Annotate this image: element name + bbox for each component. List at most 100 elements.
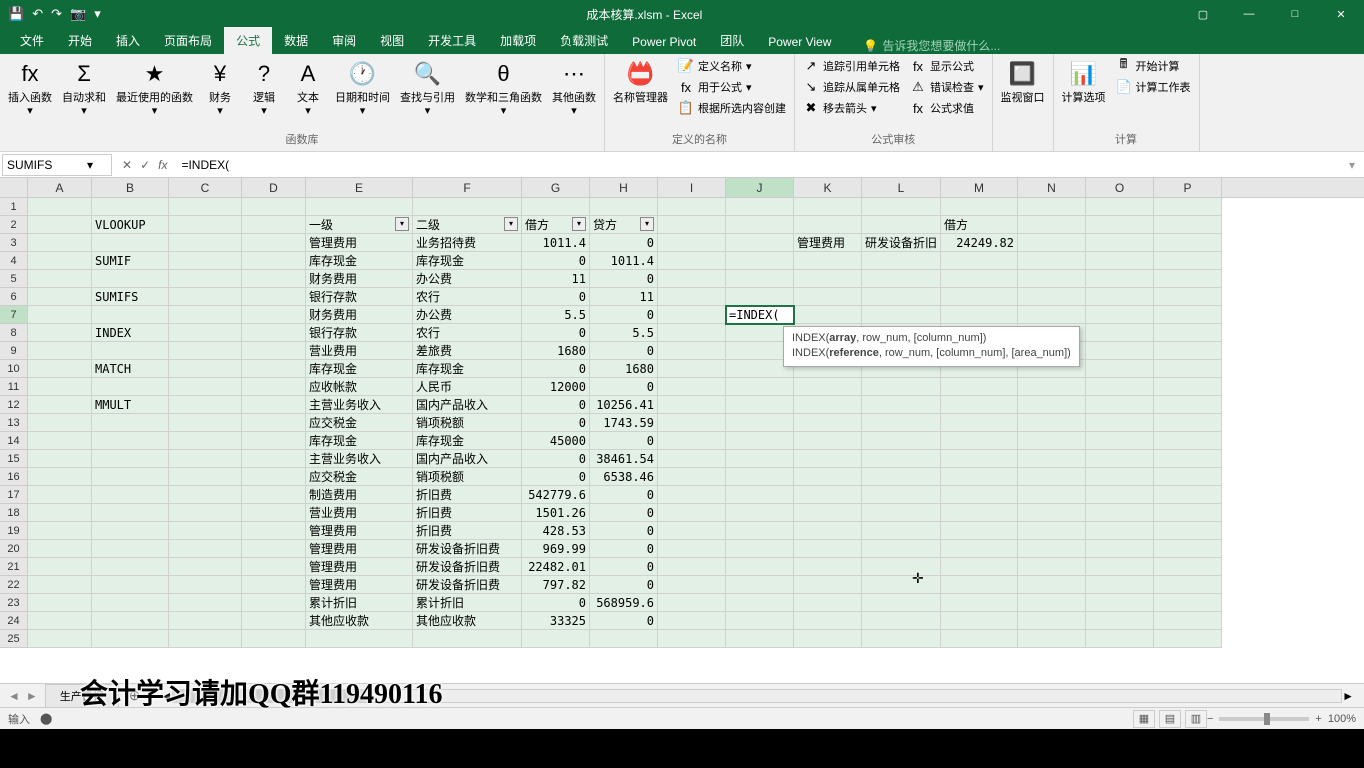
cell[interactable] [794, 594, 862, 612]
cell[interactable] [1154, 234, 1222, 252]
cell[interactable] [794, 612, 862, 630]
cell[interactable]: MMULT [92, 396, 169, 414]
row-header[interactable]: 14 [0, 432, 28, 450]
cell[interactable]: 1680 [590, 360, 658, 378]
col-header[interactable]: K [794, 178, 862, 197]
cell[interactable] [92, 342, 169, 360]
name-manager-button[interactable]: 📛 名称管理器 [609, 56, 672, 107]
cell[interactable] [92, 576, 169, 594]
fx-icon[interactable]: fx [158, 158, 167, 172]
cell[interactable]: 研发设备折旧费 [413, 540, 522, 558]
cell[interactable] [794, 540, 862, 558]
tab-home[interactable]: 开始 [56, 27, 104, 54]
col-header[interactable]: F [413, 178, 522, 197]
cell[interactable] [92, 630, 169, 648]
cell[interactable] [1154, 270, 1222, 288]
cell[interactable] [92, 234, 169, 252]
row-header[interactable]: 10 [0, 360, 28, 378]
cell[interactable] [1154, 468, 1222, 486]
cell[interactable]: 银行存款 [306, 324, 413, 342]
cell[interactable] [1154, 198, 1222, 216]
cell[interactable]: 22482.01 [522, 558, 590, 576]
cell[interactable] [1086, 486, 1154, 504]
cell[interactable]: 568959.6 [590, 594, 658, 612]
cell[interactable] [92, 522, 169, 540]
cell[interactable] [862, 270, 941, 288]
cell[interactable]: 二级▾ [413, 216, 522, 234]
cell[interactable]: 0 [590, 306, 658, 324]
col-header[interactable]: B [92, 178, 169, 197]
cell[interactable]: 折旧费 [413, 486, 522, 504]
cell[interactable] [658, 540, 726, 558]
cell[interactable] [1154, 486, 1222, 504]
cell[interactable] [242, 486, 306, 504]
cell[interactable]: 借方 [941, 216, 1018, 234]
cell[interactable]: 办公费 [413, 306, 522, 324]
cell[interactable] [1154, 558, 1222, 576]
cell[interactable] [658, 306, 726, 324]
row-header[interactable]: 15 [0, 450, 28, 468]
cell[interactable] [242, 234, 306, 252]
formula-input[interactable]: =INDEX( [175, 158, 1340, 172]
cell[interactable] [242, 432, 306, 450]
name-box[interactable]: ▾ [2, 154, 112, 176]
cell[interactable] [726, 270, 794, 288]
cell[interactable] [862, 306, 941, 324]
cell[interactable] [658, 270, 726, 288]
cell[interactable] [1086, 450, 1154, 468]
cell[interactable] [794, 468, 862, 486]
evaluate-formula-button[interactable]: fx公式求值 [906, 98, 988, 118]
cell[interactable] [941, 612, 1018, 630]
row-header[interactable]: 6 [0, 288, 28, 306]
cell[interactable] [1086, 324, 1154, 342]
cell[interactable] [169, 342, 242, 360]
cell[interactable] [794, 558, 862, 576]
cell[interactable] [28, 342, 92, 360]
filter-dropdown-icon[interactable]: ▾ [504, 217, 518, 231]
cell[interactable] [242, 324, 306, 342]
macro-record-icon[interactable]: ⬤ [40, 712, 52, 725]
cell[interactable] [1086, 288, 1154, 306]
cell[interactable] [862, 378, 941, 396]
row-header[interactable]: 9 [0, 342, 28, 360]
cell[interactable]: 国内产品收入 [413, 450, 522, 468]
cell[interactable] [242, 216, 306, 234]
cell[interactable] [1018, 396, 1086, 414]
trace-dependents-button[interactable]: ↘追踪从属单元格 [799, 77, 904, 97]
cell[interactable] [28, 216, 92, 234]
tab-powerpivot[interactable]: Power Pivot [620, 30, 708, 54]
calculate-sheet-button[interactable]: 📄计算工作表 [1112, 77, 1195, 97]
cell[interactable] [941, 198, 1018, 216]
tab-file[interactable]: 文件 [8, 27, 56, 54]
cell[interactable] [28, 576, 92, 594]
cell[interactable]: 38461.54 [590, 450, 658, 468]
cell[interactable] [169, 306, 242, 324]
cell[interactable] [862, 522, 941, 540]
cell[interactable]: 管理费用 [306, 540, 413, 558]
cell[interactable]: 农行 [413, 288, 522, 306]
cell[interactable]: 库存现金 [306, 360, 413, 378]
cell[interactable] [1154, 342, 1222, 360]
cell[interactable] [941, 522, 1018, 540]
cell[interactable]: 1011.4 [590, 252, 658, 270]
cell[interactable] [169, 234, 242, 252]
cell[interactable]: 库存现金 [413, 432, 522, 450]
cell[interactable] [726, 486, 794, 504]
cell[interactable] [1154, 216, 1222, 234]
row-header[interactable]: 21 [0, 558, 28, 576]
cell[interactable]: 研发设备折旧 [862, 234, 941, 252]
cell[interactable]: 969.99 [522, 540, 590, 558]
cell[interactable] [862, 576, 941, 594]
cell[interactable]: 营业费用 [306, 342, 413, 360]
cell[interactable]: 其他应收款 [413, 612, 522, 630]
cell[interactable] [28, 432, 92, 450]
qat-dropdown-icon[interactable]: ▾ [94, 6, 101, 22]
cell[interactable] [92, 378, 169, 396]
tell-me[interactable]: 💡告诉我您想要做什么... [843, 37, 1364, 54]
cell[interactable] [28, 594, 92, 612]
cell[interactable]: 0 [522, 450, 590, 468]
cell[interactable] [726, 198, 794, 216]
cell[interactable] [169, 360, 242, 378]
tab-formulas[interactable]: 公式 [224, 27, 272, 54]
cell[interactable] [794, 396, 862, 414]
